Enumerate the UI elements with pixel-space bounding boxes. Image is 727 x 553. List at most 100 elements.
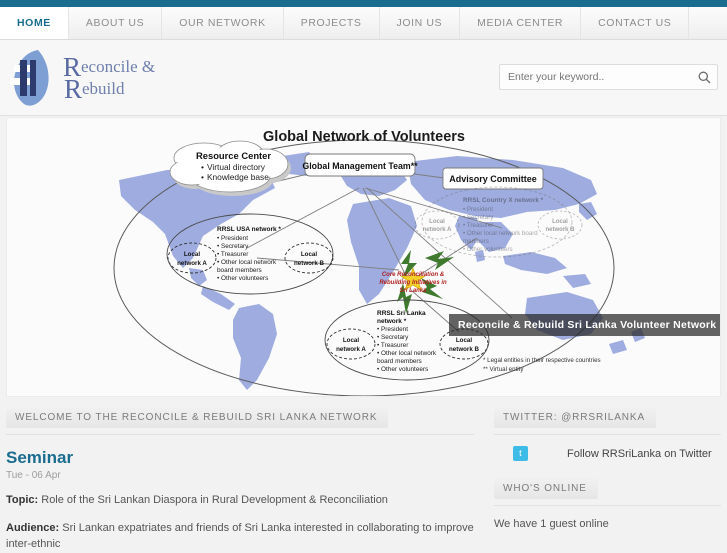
nav-label: MEDIA CENTER [477,17,564,29]
svg-text:Local: Local [301,251,317,258]
banner-caption: Reconcile & Rebuild Sri Lanka Volunteer … [449,314,720,336]
nav-label: ABOUT US [85,17,145,29]
svg-text:• Treasurer: • Treasurer [463,222,493,229]
hero-banner[interactable]: Global Network of Volunteers Resource Ce… [6,117,721,397]
search-input[interactable] [500,65,691,89]
nav-label: PROJECTS [300,17,362,29]
who-online-text: We have 1 guest online [494,518,609,530]
svg-text:network B: network B [294,260,324,267]
main-navigation: HOME ABOUT US OUR NETWORK PROJECTS JOIN … [0,7,727,40]
svg-text:•Virtual directory: • Virtual directory [201,162,266,172]
resource-center-bullet-0: • [201,162,204,172]
svg-text:Local: Local [184,251,200,258]
svg-text:• Other local network: • Other local network [217,259,277,266]
svg-text:• Other local network board: • Other local network board [463,230,538,237]
svg-text:network A: network A [177,260,207,267]
footnote-1: ** Virtual entity [483,366,524,373]
logo-rest-2: ebuild [82,78,125,98]
search-icon [698,71,710,83]
post-topic: Topic: Role of the Sri Lankan Diaspora i… [6,493,474,509]
nav-label: CONTACT US [598,17,672,29]
core-line-2: Rebuilding Initiatives in [379,280,447,286]
svg-text:• Treasurer: • Treasurer [217,251,249,258]
logo-rest-1: econcile & [81,56,156,76]
srilanka-network-title-2: network * [377,318,407,325]
post-date: Tue - 06 Apr [6,470,61,481]
nav-label: HOME [17,17,51,29]
svg-text:• Other volunteers: • Other volunteers [463,246,513,253]
nav-item-about-us[interactable]: ABOUT US [69,7,163,39]
nav-label: JOIN US [396,17,443,29]
svg-text:•Knowledge base: • Knowledge base [201,172,269,182]
svg-text:• President: • President [217,235,248,242]
node-advisory-committee: Advisory Committee [442,167,544,190]
top-accent-bar [0,0,727,7]
svg-text:• Treasurer: • Treasurer [377,342,409,349]
sidebar-divider-2 [494,505,721,506]
svg-text:• President: • President [377,326,408,333]
post-audience: Audience: Sri Lankan expatriates and fri… [6,521,474,553]
svg-text:• Secretary: • Secretary [463,214,494,221]
core-line-3: Sri Lanka [399,288,427,294]
svg-text:• Other local network: • Other local network [377,350,437,357]
sidebar: TWITTER: @RRSRILANKA t Follow RRSriLanka… [488,399,727,545]
svg-text:Local: Local [552,219,568,225]
nav-item-home[interactable]: HOME [0,7,69,39]
svg-text:Local: Local [343,337,359,344]
search-button[interactable] [691,65,717,89]
nav-item-projects[interactable]: PROJECTS [284,7,380,39]
nav-label: OUR NETWORK [179,17,266,29]
svg-text:• Other volunteers: • Other volunteers [217,275,268,282]
footnote-0: * Legal entities in their respective cou… [483,357,601,364]
svg-text:Local: Local [429,219,445,225]
nav-item-our-network[interactable]: OUR NETWORK [162,7,284,39]
svg-text:network A: network A [423,227,452,233]
usa-network-title: RRSL USA network * [217,226,281,233]
svg-text:board members: board members [377,358,422,365]
svg-text:board members: board members [217,267,262,274]
section-divider [6,434,474,435]
post-title[interactable]: Seminar [6,448,474,468]
site-logo[interactable]: Reconcile & Rebuild [8,48,155,108]
diagram-title: Global Network of Volunteers [263,129,465,145]
site-header: Reconcile & Rebuild [0,40,727,116]
who-online-widget-title: WHO'S ONLINE [494,478,598,499]
resource-center-bullet-1: • [201,172,204,182]
post-audience-label: Audience: [6,521,60,534]
country-x-title: RRSL Country X network * [463,197,544,204]
nav-item-contact-us[interactable]: CONTACT US [581,7,690,39]
main-column: WELCOME TO THE RECONCILE & REBUILD SRI L… [0,399,480,550]
node-global-management-team: Global Management Team** [302,153,418,177]
sidebar-divider-1 [494,434,721,435]
post-topic-text: Role of the Sri Lankan Diaspora in Rural… [38,494,388,506]
svg-text:• President: • President [463,206,493,213]
nav-item-media-center[interactable]: MEDIA CENTER [460,7,582,39]
svg-text:members: members [463,238,489,245]
svg-text:• Other volunteers: • Other volunteers [377,366,428,373]
core-line-1: Core Reconciliation & [382,272,444,278]
post-topic-label: Topic: [6,494,39,506]
svg-text:network B: network B [545,227,575,233]
svg-text:network B: network B [449,346,479,353]
search-box[interactable] [499,64,718,90]
twitter-follow-link[interactable]: Follow RRSriLanka on Twitter [567,448,712,460]
twitter-widget-title: TWITTER: @RRSRILANKA [494,407,657,428]
svg-text:network A: network A [336,346,366,353]
svg-text:• Secretary: • Secretary [377,334,409,341]
logo-cap-2: R [64,73,83,104]
network-structure-diagram: Global Network of Volunteers Resource Ce… [7,118,720,396]
advisory-committee-title: Advisory Committee [449,174,537,184]
welcome-section-title: WELCOME TO THE RECONCILE & REBUILD SRI L… [6,407,389,428]
twitter-bird-icon[interactable]: t [513,446,528,461]
gmt-title: Global Management Team** [302,161,418,171]
srilanka-network-title-1: RRSL Sri Lanka [377,310,426,317]
resource-center-title: Resource Center [196,150,271,161]
svg-text:Local: Local [456,337,472,344]
sri-lanka-map-icon [8,50,49,106]
twitter-follow-row[interactable]: t Follow RRSriLanka on Twitter [494,446,721,461]
svg-text:• Secretary: • Secretary [217,243,249,250]
logo-wordmark: Reconcile & Rebuild [63,53,156,104]
nav-item-join-us[interactable]: JOIN US [380,7,461,39]
content-area: WELCOME TO THE RECONCILE & REBUILD SRI L… [0,399,727,550]
post-audience-text: Sri Lankan expatriates and friends of Sr… [6,521,474,550]
